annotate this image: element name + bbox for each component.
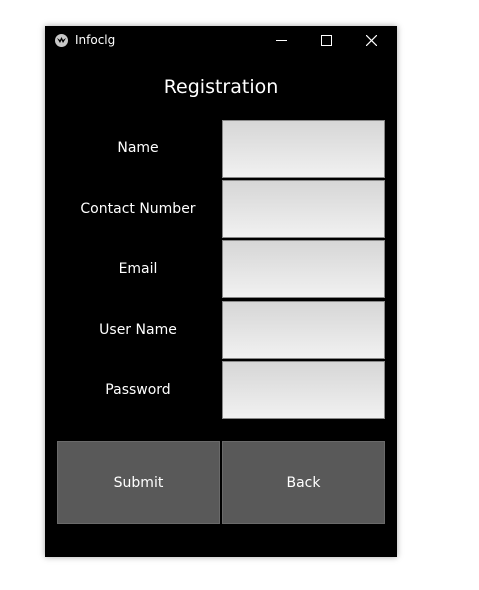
minimize-button[interactable] [259, 26, 304, 55]
back-button[interactable]: Back [222, 441, 385, 524]
user-name-input[interactable] [222, 301, 385, 359]
email-input[interactable] [222, 240, 385, 298]
title-bar[interactable]: Infoclg [45, 26, 397, 55]
user-name-label: User Name [99, 322, 177, 338]
password-input[interactable] [222, 361, 385, 419]
page-title: Registration [163, 76, 279, 98]
name-label: Name [117, 140, 159, 156]
minimize-icon [276, 40, 287, 41]
maximize-icon [321, 35, 332, 46]
email-label: Email [118, 261, 158, 277]
submit-button[interactable]: Submit [57, 441, 220, 524]
close-button[interactable] [349, 26, 394, 55]
kivy-logo-icon [57, 37, 66, 43]
password-label: Password [105, 382, 171, 398]
contact-number-label: Contact Number [80, 201, 196, 217]
app-icon [55, 34, 68, 47]
window-title: Infoclg [75, 33, 116, 47]
contact-number-input[interactable] [222, 180, 385, 238]
name-input[interactable] [222, 120, 385, 178]
close-icon [366, 35, 377, 46]
maximize-button[interactable] [304, 26, 349, 55]
app-window: Infoclg Registration Name Contact Number… [45, 26, 397, 557]
